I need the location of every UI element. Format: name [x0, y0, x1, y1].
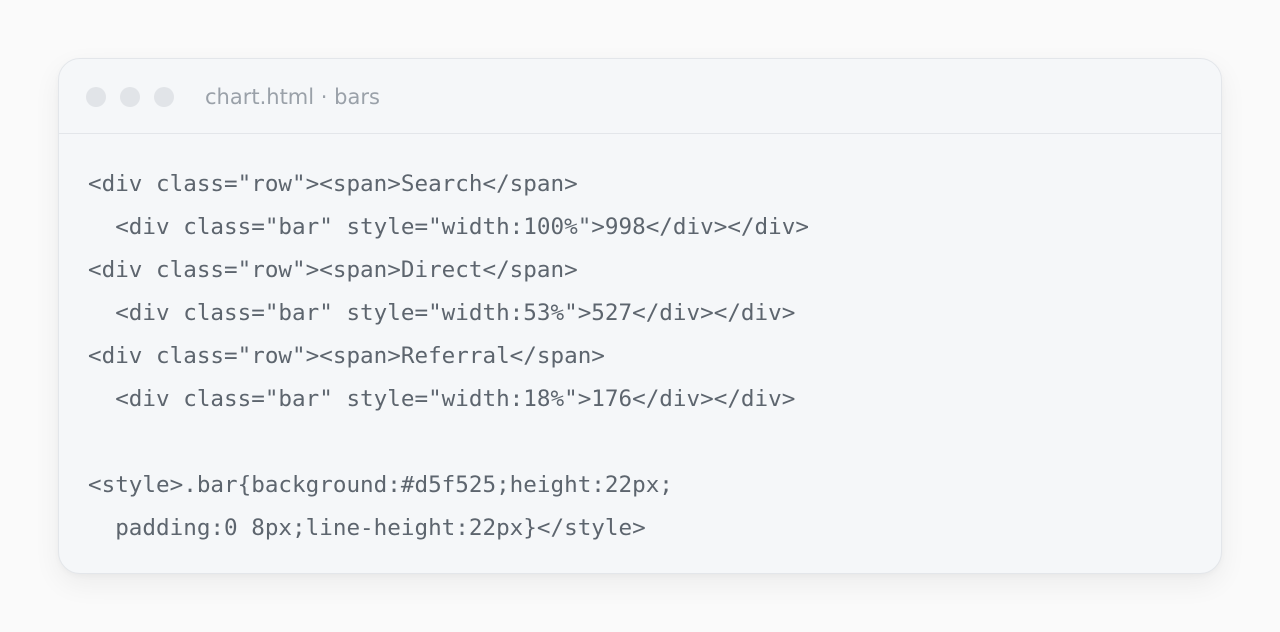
code-line: <div class="row"><span>Direct</span> [88, 257, 578, 283]
minimize-dot[interactable] [120, 87, 140, 107]
code-line: <div class="bar" style="width:53%">527</… [88, 300, 796, 326]
code-line: <div class="row"><span>Search</span> [88, 171, 578, 197]
code-line: <style>.bar{background:#d5f525;height:22… [88, 472, 673, 498]
window-title: chart.html · bars [205, 85, 380, 109]
close-dot[interactable] [86, 87, 106, 107]
code-line: <div class="bar" style="width:100%">998<… [88, 214, 809, 240]
code-window: chart.html · bars <div class="row"><span… [58, 58, 1222, 574]
code-line: padding:0 8px;line-height:22px}</style> [88, 515, 646, 541]
code-line: <div class="bar" style="width:18%">176</… [88, 386, 796, 412]
window-controls [86, 87, 174, 107]
maximize-dot[interactable] [154, 87, 174, 107]
window-titlebar: chart.html · bars [59, 59, 1221, 134]
code-line: <div class="row"><span>Referral</span> [88, 343, 605, 369]
code-block: <div class="row"><span>Search</span> <di… [88, 163, 809, 550]
